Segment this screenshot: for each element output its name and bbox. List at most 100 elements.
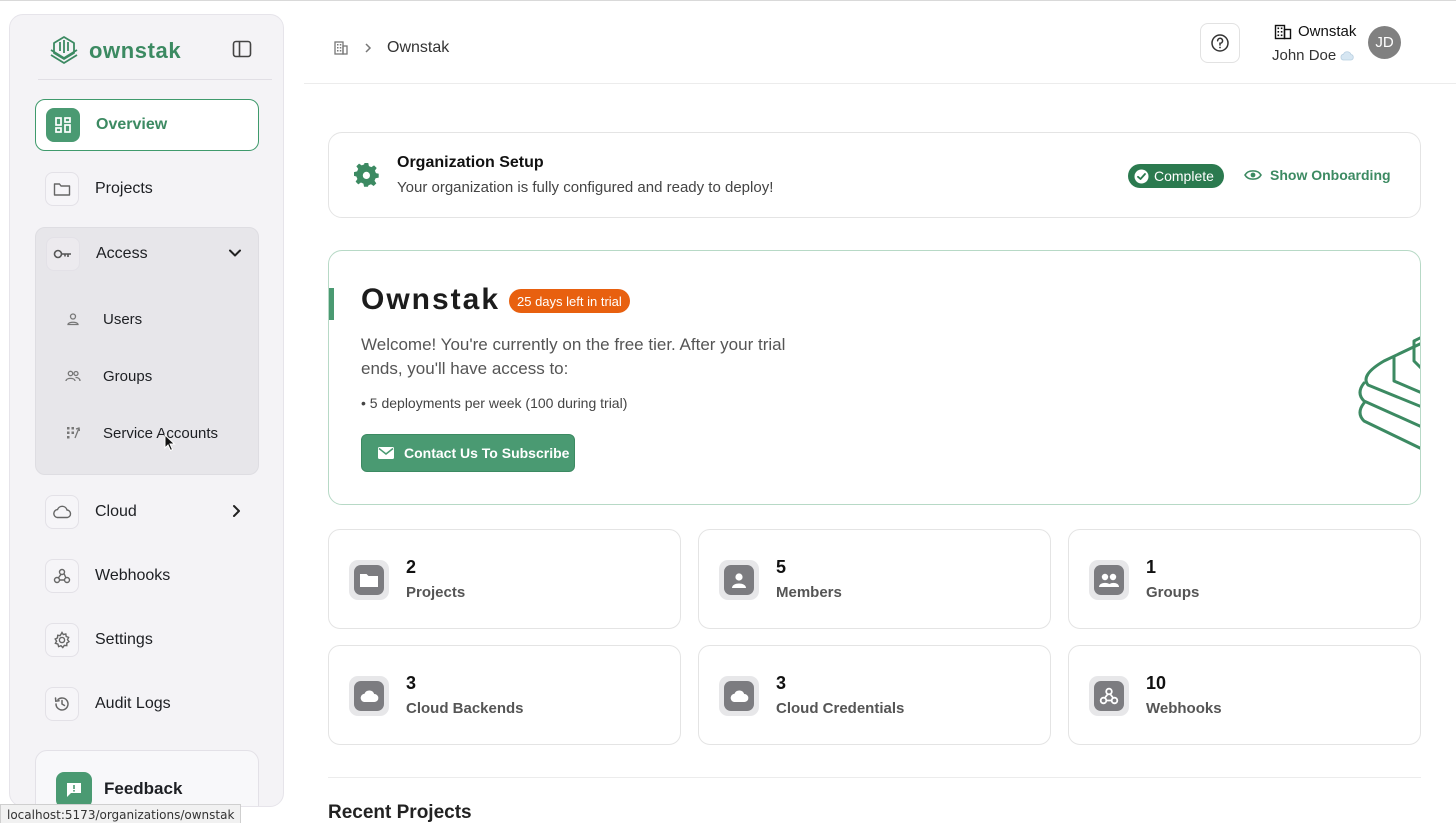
check-circle-icon (1134, 169, 1149, 183)
sidebar-item-webhooks[interactable]: Webhooks (35, 550, 259, 602)
sidebar-item-label: Projects (95, 180, 153, 197)
org-switcher[interactable]: Ownstak (1274, 23, 1356, 40)
hero-accent-bar (329, 288, 334, 320)
sidebar-subitem-label: Groups (103, 367, 153, 385)
feedback-label: Feedback (104, 779, 183, 798)
status-badge-label: Complete (1154, 168, 1214, 184)
status-badge: Complete (1128, 164, 1224, 188)
stat-value: 1 (1146, 557, 1157, 577)
feedback-button[interactable]: Feedback (35, 750, 259, 806)
chevron-right-icon[interactable] (229, 504, 243, 518)
recent-projects-heading: Recent Projects (328, 802, 472, 823)
sidebar: ownstak Overview Projects Access Users G… (9, 14, 284, 807)
stat-value: 2 (406, 557, 417, 577)
contact-subscribe-button[interactable]: Contact Us To Subscribe (361, 434, 575, 472)
header-divider (304, 83, 1456, 84)
setup-description: Your organization is fully configured an… (397, 179, 774, 196)
access-group: Access Users Groups Service Accounts (35, 227, 259, 475)
stat-card-members[interactable]: 5 Members (698, 529, 1051, 629)
stat-card-groups[interactable]: 1 Groups (1068, 529, 1421, 629)
sidebar-subitem-groups[interactable]: Groups (61, 361, 152, 391)
service-icon (61, 421, 85, 445)
chevron-right-icon (365, 43, 372, 53)
stat-label: Groups (1146, 584, 1200, 601)
sidebar-item-label: Cloud (95, 503, 137, 520)
sidebar-item-projects[interactable]: Projects (35, 163, 259, 215)
stat-card-cloud-backends[interactable]: 3 Cloud Backends (328, 645, 681, 745)
key-icon (46, 237, 80, 271)
sidebar-item-cloud[interactable]: Cloud (35, 486, 259, 538)
setup-title: Organization Setup (397, 154, 544, 171)
breadcrumb: Ownstak (333, 39, 449, 57)
show-onboarding-button[interactable]: Show Onboarding (1244, 167, 1391, 183)
app-name: ownstak (89, 38, 182, 63)
sidebar-item-audit-logs[interactable]: Audit Logs (35, 678, 259, 730)
history-icon (45, 687, 79, 721)
stat-label: Cloud Backends (406, 700, 524, 717)
cloud-status-icon (1340, 50, 1354, 60)
user-menu[interactable]: John Doe (1272, 47, 1354, 64)
avatar[interactable]: JD (1368, 26, 1401, 59)
organization-setup-card: Organization Setup Your organization is … (328, 132, 1421, 218)
sidebar-item-label: Webhooks (95, 567, 171, 584)
user-name: John Doe (1272, 47, 1337, 64)
building-icon[interactable] (333, 40, 349, 56)
folder-icon (45, 172, 79, 206)
org-name: Ownstak (1298, 23, 1357, 40)
trial-benefit: • 5 deployments per week (100 during tri… (361, 395, 628, 411)
help-icon (1211, 34, 1229, 52)
sidebar-item-label: Audit Logs (95, 695, 171, 712)
sidebar-item-label: Overview (96, 116, 168, 133)
ownstak-logo-icon (50, 36, 78, 64)
cloud-icon (354, 681, 384, 711)
stat-label: Projects (406, 584, 466, 601)
sidebar-item-overview[interactable]: Overview (35, 99, 259, 151)
sidebar-item-settings[interactable]: Settings (35, 614, 259, 666)
building-icon (1274, 24, 1292, 39)
group-icon (61, 364, 85, 388)
gear-icon (354, 163, 379, 187)
stat-label: Webhooks (1146, 700, 1222, 717)
stat-value: 10 (1146, 673, 1167, 693)
stat-label: Cloud Credentials (776, 700, 905, 717)
section-divider (328, 777, 1421, 778)
webhook-icon (1094, 681, 1124, 711)
cloud-icon (724, 681, 754, 711)
feedback-icon (56, 772, 92, 806)
person-icon (61, 307, 85, 331)
help-button[interactable] (1200, 23, 1240, 63)
sidebar-item-label: Settings (95, 631, 153, 648)
sidebar-divider (38, 79, 272, 80)
sidebar-subitem-label: Users (103, 310, 143, 328)
breadcrumb-current: Ownstak (387, 39, 450, 56)
stat-card-projects[interactable]: 2 Projects (328, 529, 681, 629)
eye-icon (1244, 170, 1262, 180)
stat-card-cloud-credentials[interactable]: 3 Cloud Credentials (698, 645, 1051, 745)
stat-value: 5 (776, 557, 787, 577)
person-icon (724, 565, 754, 595)
gear-icon (45, 623, 79, 657)
webhook-icon (45, 559, 79, 593)
stat-label: Members (776, 584, 842, 601)
org-title: Ownstak (361, 283, 501, 316)
stat-card-webhooks[interactable]: 10 Webhooks (1068, 645, 1421, 745)
dashboard-icon (46, 108, 80, 142)
show-onboarding-label: Show Onboarding (1270, 167, 1391, 183)
sidebar-item-label: Access (96, 245, 148, 262)
browser-status-url: localhost:5173/organizations/ownstak (0, 804, 242, 823)
contact-subscribe-label: Contact Us To Subscribe (404, 445, 570, 461)
sidebar-subitem-label: Service Accounts (103, 424, 219, 442)
sidebar-toggle-button[interactable] (232, 40, 252, 58)
sidebar-subitem-service-accounts[interactable]: Service Accounts (61, 418, 218, 448)
folder-icon (354, 565, 384, 595)
group-icon (1094, 565, 1124, 595)
ownstak-logo-watermark-icon (1358, 336, 1420, 450)
sidebar-subitem-users[interactable]: Users (61, 304, 142, 334)
cloud-icon (45, 495, 79, 529)
trial-badge: 25 days left in trial (509, 289, 630, 313)
app-logo[interactable]: ownstak (47, 34, 181, 68)
mail-icon (378, 447, 394, 459)
stat-value: 3 (776, 673, 787, 693)
chevron-down-icon[interactable] (228, 246, 242, 260)
sidebar-item-access[interactable]: Access (36, 228, 258, 280)
